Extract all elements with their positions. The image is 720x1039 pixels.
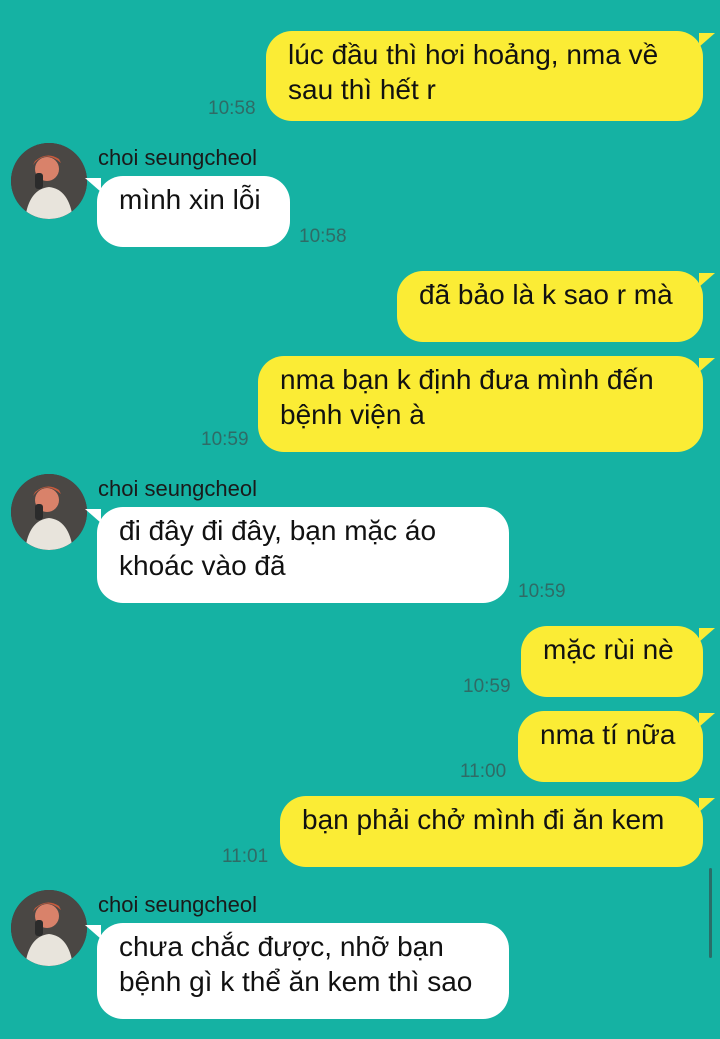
- sender-name: choi seungcheol: [98, 476, 258, 501]
- contact-avatar[interactable]: [11, 143, 87, 219]
- message-time: 11:01: [222, 846, 269, 867]
- message-bubble-received[interactable]: đi đây đi đây, bạn mặc áo khoác vào đã: [85, 507, 509, 603]
- message-time: 10:59: [518, 581, 566, 602]
- message-time: 10:58: [299, 226, 347, 247]
- message-time: 10:59: [463, 676, 511, 697]
- message-bubble-received[interactable]: mình xin lỗi: [85, 176, 290, 247]
- message-time: 10:59: [201, 429, 249, 450]
- sender-name: choi seungcheol: [98, 892, 258, 917]
- message-bubble-sent[interactable]: đã bảo là k sao r mà: [397, 271, 715, 342]
- message-bubble-received[interactable]: chưa chắc được, nhỡ bạn bệnh gì k thể ăn…: [85, 923, 509, 1019]
- chat-area[interactable]: lúc đầu thì hơi hoảng, nma về sau thì hế…: [0, 0, 720, 1039]
- message-bubble-sent[interactable]: nma tí nữa: [518, 711, 715, 782]
- message-time: 11:00: [460, 761, 507, 782]
- message-bubble-sent[interactable]: lúc đầu thì hơi hoảng, nma về sau thì hế…: [266, 31, 715, 121]
- message-bubble-sent[interactable]: bạn phải chở mình đi ăn kem: [280, 796, 715, 867]
- contact-avatar[interactable]: [11, 890, 87, 966]
- contact-avatar[interactable]: [11, 474, 87, 550]
- message-bubble-sent[interactable]: mặc rùi nè: [521, 626, 715, 697]
- message-time: 10:58: [208, 98, 256, 119]
- sender-name: choi seungcheol: [98, 145, 258, 170]
- message-bubble-sent[interactable]: nma bạn k định đưa mình đến bệnh viện à: [258, 356, 715, 452]
- chat-scrollbar[interactable]: [709, 868, 712, 958]
